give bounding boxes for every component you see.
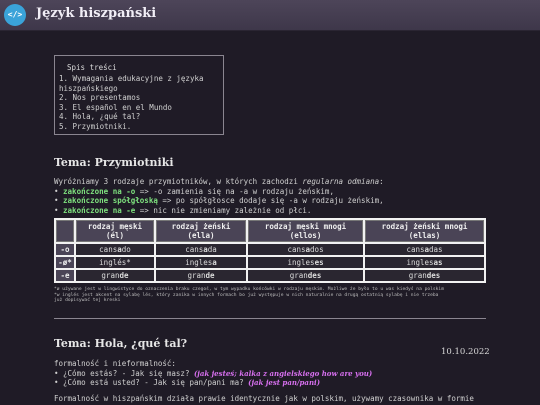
table-cell: cansadas (365, 244, 484, 255)
table-cell: grandes (248, 270, 363, 281)
adjective-table: rodzaj męski (él) rodzaj żeński (ella) r… (54, 218, 486, 283)
phrase: ¿Cómo está usted? - Jak się pan/pani ma? (63, 378, 249, 387)
word-ending: de (205, 271, 215, 280)
word-tail: * (126, 258, 131, 267)
table-row: -e grande grande grandes grandes (56, 270, 484, 281)
paragraph-line: Formalność w hiszpańskim działa prawie i… (54, 393, 474, 403)
word-tail: dos (310, 245, 324, 254)
table-cell: ingleses (248, 257, 363, 268)
table-cell: grande (155, 270, 247, 281)
bullet: • (54, 205, 59, 215)
word-ending: de (119, 271, 129, 280)
word-ending: des (307, 271, 322, 280)
section-divider (54, 318, 486, 319)
column-header: rodzaj żeński mnogi (ellas) (365, 220, 484, 242)
site-title[interactable]: Język hiszpański (36, 6, 156, 21)
rule-key: zakończone spółgłoską (63, 196, 158, 205)
intro-line: Wyróżniamy 3 rodzaje przymiotników, w kt… (54, 177, 494, 187)
table-row: -ø* inglés* inglesa ingleses inglesas (56, 257, 484, 268)
word-tail: das (429, 245, 443, 254)
word-stem: ingles (406, 258, 434, 267)
toc-list: 1. Wymagania edukacyjne z języka hiszpań… (59, 74, 219, 131)
rule-item: • zakończone na -o => -o zamienia się na… (54, 187, 494, 197)
word-stem: gran (187, 271, 206, 280)
greetings-content: formalność i nieformalność: • ¿Cómo está… (54, 359, 494, 403)
toc-item-3[interactable]: 3. El español en el Mundo (59, 103, 219, 113)
toc-item-4[interactable]: 4. Hola, ¿qué tal? (59, 112, 219, 122)
table-of-contents: Spis treści 1. Wymagania edukacyjne z ję… (54, 55, 224, 135)
table-cell: inglesa (155, 257, 247, 268)
table-cell: inglés* (76, 257, 154, 268)
table-cell: grande (76, 270, 154, 281)
word-stem: gran (408, 271, 427, 280)
footnote: już dopisywać tej kreski (54, 298, 121, 304)
word-stem: cans (287, 245, 306, 254)
word-stem: ingles (287, 258, 315, 267)
bullet: • (54, 196, 59, 205)
table-cell: cansada (155, 244, 247, 255)
toc-title: Spis treści (67, 63, 117, 72)
row-header: -e (56, 270, 74, 281)
code-icon[interactable]: </> (4, 4, 26, 26)
table-header-row: rodzaj męski (él) rodzaj żeński (ella) r… (56, 220, 484, 242)
section-title-adjectives: Tema: Przymiotniki (54, 156, 174, 169)
rule-item: • zakończone na -e => nic nie zmieniamy … (54, 206, 494, 216)
word-ending: es (314, 258, 324, 267)
column-header: rodzaj męski (él) (76, 220, 154, 242)
rule-text: => -o zamienia się na -a w rodzaju żeńsk… (135, 186, 334, 196)
rule-text: => nic nie zmieniamy zależnie od płci. (135, 205, 312, 215)
bullet: • (54, 378, 59, 387)
word-stem: gran (289, 271, 308, 280)
table-cell: grandes (365, 270, 484, 281)
phrase: ¿Cómo estás? - Jak się masz? (63, 368, 194, 378)
toc-item-5[interactable]: 5. Przymiotniki. (59, 122, 219, 132)
top-bar: </> Język hiszpański (0, 0, 540, 31)
row-header: -ø* (56, 257, 74, 268)
word-ending: as (433, 258, 443, 267)
word-ending: a (212, 258, 217, 267)
footnotes: *ø używane jest w lingwistyce do oznacze… (54, 287, 488, 304)
word-stem: cans (99, 245, 118, 254)
section-title-greetings: Tema: Hola, ¿qué tal? (54, 337, 188, 350)
column-header: rodzaj żeński (ella) (155, 220, 247, 242)
list-item: • ¿Cómo estás? - Jak się masz? (jak jest… (54, 369, 494, 379)
toc-item-2[interactable]: 2. Nos presentamos (59, 93, 219, 103)
rule-key: zakończone na -o (63, 186, 136, 196)
table-corner (56, 220, 74, 242)
greetings-lead: formalność i nieformalność: (54, 359, 176, 368)
word-tail: da (207, 245, 217, 254)
list-item: • ¿Cómo está usted? - Jak się pan/pani m… (54, 378, 494, 388)
intro-emphasis: regularna odmiana (302, 177, 380, 186)
rule-key: zakończone na -e (63, 205, 136, 215)
rule-item: • zakończone spółgłoską => po spółgłosce… (54, 196, 494, 206)
column-header: rodzaj męski mnogi (ellos) (248, 220, 363, 242)
word-stem: gran (101, 271, 120, 280)
bullet: • (54, 186, 59, 196)
intro-text: Wyróżniamy 3 rodzaje przymiotników, w kt… (54, 177, 303, 186)
phrase-note: (jak jest pan/pani) (248, 378, 321, 387)
word-stem: cans (185, 245, 204, 254)
section-date: 10.10.2022 (441, 347, 490, 357)
rule-text: => po spółgłosce dodaje się -a w rodzaju… (157, 196, 384, 205)
adjectives-intro: Wyróżniamy 3 rodzaje przymiotników, w kt… (54, 177, 494, 215)
table-cell: cansados (248, 244, 363, 255)
word-stem: cans (406, 245, 425, 254)
word-tail: do (121, 245, 131, 254)
table-row: -o cansado cansada cansados cansadas (56, 244, 484, 255)
word-stem: ingles (185, 258, 213, 267)
footnote: *ø używane jest w lingwistyce do oznacze… (54, 287, 444, 292)
table-cell: cansado (76, 244, 154, 255)
bullet: • (54, 368, 59, 378)
table-cell: inglesas (365, 257, 484, 268)
phrase-note: (jak jesteś; kalka z angielskiego how ar… (193, 368, 373, 378)
intro-colon: : (379, 177, 384, 186)
word-stem: inglés (99, 258, 127, 267)
word-ending: des (426, 271, 441, 280)
toc-item-1[interactable]: 1. Wymagania edukacyjne z języka hiszpań… (59, 74, 219, 93)
row-header: -o (56, 244, 74, 255)
